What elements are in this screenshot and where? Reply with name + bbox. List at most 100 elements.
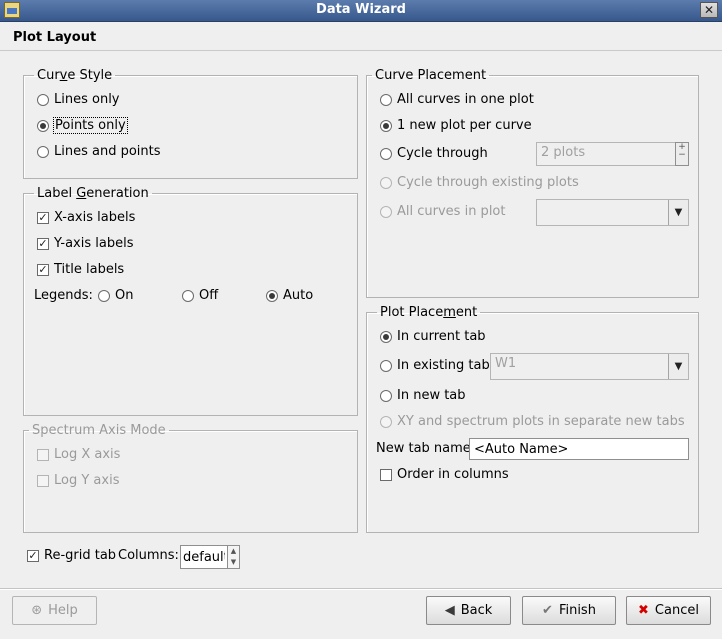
back-label: Back bbox=[460, 603, 493, 618]
cycle-existing-plots-radio[interactable]: Cycle through existing plots bbox=[380, 175, 579, 190]
title-labels-label: Title labels bbox=[54, 262, 125, 277]
radio-indicator bbox=[37, 145, 49, 158]
cycle-through-label: Cycle through bbox=[397, 146, 488, 161]
help-icon: ⊛ bbox=[31, 603, 43, 618]
finish-label: Finish bbox=[558, 603, 596, 618]
columns-label: Columns: bbox=[118, 548, 179, 563]
separate-tabs-radio[interactable]: XY and spectrum plots in separate new ta… bbox=[380, 414, 685, 429]
legends-label: Legends: bbox=[34, 288, 93, 303]
radio-indicator bbox=[380, 389, 392, 402]
check-icon: ✓ bbox=[37, 236, 49, 250]
lines-and-points-radio[interactable]: Lines and points bbox=[37, 144, 161, 159]
legends-off-label: Off bbox=[199, 288, 219, 303]
legends-off-radio[interactable]: Off bbox=[182, 288, 218, 303]
curve-placement-legend: Curve Placement bbox=[375, 68, 487, 83]
in-new-tab-radio[interactable]: In new tab bbox=[380, 388, 466, 403]
points-only-radio[interactable]: Points only bbox=[37, 117, 128, 134]
one-plot-per-curve-radio[interactable]: 1 new plot per curve bbox=[380, 118, 532, 133]
regrid-tab-checkbox[interactable]: ✓ Re-grid tab bbox=[27, 548, 116, 563]
legends-auto-label: Auto bbox=[283, 288, 314, 303]
decrement-icon[interactable]: − bbox=[676, 151, 688, 160]
cycle-plots-stepper[interactable]: + − bbox=[675, 142, 689, 166]
cycle-plots-spinbox[interactable]: 2 plots bbox=[536, 142, 676, 166]
checkbox-indicator bbox=[380, 468, 392, 481]
log-x-axis-label: Log X axis bbox=[54, 447, 121, 462]
check-icon: ✓ bbox=[37, 210, 49, 224]
window-titlebar[interactable]: Data Wizard ✕ bbox=[0, 0, 722, 22]
radio-indicator bbox=[380, 205, 392, 218]
all-curves-in-plot-label: All curves in plot bbox=[397, 204, 506, 219]
in-new-tab-label: In new tab bbox=[397, 388, 466, 403]
y-axis-labels-label: Y-axis labels bbox=[54, 236, 134, 251]
title-labels-checkbox[interactable]: ✓ Title labels bbox=[37, 262, 124, 277]
check-icon: ✓ bbox=[27, 548, 39, 562]
down-arrow-icon[interactable]: ▼ bbox=[228, 557, 239, 568]
legends-auto-radio[interactable]: Auto bbox=[266, 288, 313, 303]
footer-separator bbox=[0, 588, 722, 590]
help-button[interactable]: ⊛ Help bbox=[12, 596, 97, 625]
radio-indicator bbox=[380, 176, 392, 189]
x-axis-labels-checkbox[interactable]: ✓ X-axis labels bbox=[37, 210, 135, 225]
radio-indicator bbox=[380, 415, 392, 428]
all-curves-in-plot-radio[interactable]: All curves in plot bbox=[380, 204, 505, 219]
order-in-columns-checkbox[interactable]: Order in columns bbox=[380, 467, 509, 482]
in-existing-tab-label: In existing tab bbox=[397, 358, 490, 373]
radio-indicator bbox=[380, 359, 392, 372]
all-curves-in-plot-combo[interactable]: ▼ bbox=[536, 199, 689, 226]
radio-indicator bbox=[98, 289, 110, 302]
separate-tabs-label: XY and spectrum plots in separate new ta… bbox=[397, 414, 685, 429]
cancel-x-icon: ✖ bbox=[638, 603, 649, 618]
points-only-label: Points only bbox=[53, 117, 128, 134]
spectrum-axis-mode-legend: Spectrum Axis Mode bbox=[32, 423, 166, 438]
one-plot-per-curve-label: 1 new plot per curve bbox=[397, 118, 532, 133]
radio-indicator bbox=[182, 289, 194, 302]
in-current-tab-label: In current tab bbox=[397, 329, 486, 344]
combo-value: W1 bbox=[495, 356, 517, 371]
back-arrow-icon: ◀ bbox=[444, 603, 455, 618]
log-x-axis-checkbox[interactable]: Log X axis bbox=[37, 447, 120, 462]
cancel-label: Cancel bbox=[654, 603, 699, 618]
radio-indicator-selected bbox=[380, 330, 392, 343]
checkbox-indicator bbox=[37, 448, 49, 461]
cycle-through-radio[interactable]: Cycle through bbox=[380, 146, 488, 161]
checkbox-indicator bbox=[37, 474, 49, 487]
help-label: Help bbox=[48, 603, 78, 618]
curve-style-legend: Curve Style bbox=[37, 68, 113, 83]
lines-only-label: Lines only bbox=[54, 92, 120, 107]
new-tab-name-input[interactable] bbox=[469, 438, 689, 460]
window-title: Data Wizard bbox=[316, 2, 406, 17]
close-icon: ✕ bbox=[703, 3, 715, 17]
y-axis-labels-checkbox[interactable]: ✓ Y-axis labels bbox=[37, 236, 133, 251]
close-window-button[interactable]: ✕ bbox=[700, 2, 718, 18]
order-in-columns-label: Order in columns bbox=[397, 467, 509, 482]
plot-placement-legend: Plot Placement bbox=[380, 305, 478, 320]
header-strip bbox=[0, 22, 722, 51]
all-curves-one-plot-radio[interactable]: All curves in one plot bbox=[380, 92, 534, 107]
columns-input[interactable] bbox=[180, 545, 228, 569]
radio-indicator bbox=[37, 93, 49, 106]
columns-stepper[interactable]: ▲ ▼ bbox=[227, 545, 240, 569]
back-button[interactable]: ◀ Back bbox=[426, 596, 511, 625]
lines-only-radio[interactable]: Lines only bbox=[37, 92, 120, 107]
finish-button[interactable]: ✔ Finish bbox=[522, 596, 616, 625]
lines-and-points-label: Lines and points bbox=[54, 144, 161, 159]
new-tab-name-label: New tab name: bbox=[376, 441, 476, 456]
all-curves-one-plot-label: All curves in one plot bbox=[397, 92, 534, 107]
regrid-tab-label: Re-grid tab bbox=[44, 548, 117, 563]
check-icon: ✓ bbox=[37, 262, 49, 276]
existing-tab-combo[interactable]: W1 ▼ bbox=[490, 353, 689, 380]
in-existing-tab-radio[interactable]: In existing tab bbox=[380, 358, 490, 373]
log-y-axis-checkbox[interactable]: Log Y axis bbox=[37, 473, 119, 488]
cancel-button[interactable]: ✖ Cancel bbox=[626, 596, 711, 625]
in-current-tab-radio[interactable]: In current tab bbox=[380, 329, 486, 344]
radio-indicator bbox=[380, 93, 392, 106]
chevron-down-icon[interactable]: ▼ bbox=[668, 354, 688, 379]
chevron-down-icon[interactable]: ▼ bbox=[668, 200, 688, 225]
radio-indicator-selected bbox=[380, 119, 392, 132]
radio-indicator bbox=[380, 147, 392, 160]
up-arrow-icon[interactable]: ▲ bbox=[228, 546, 239, 557]
radio-indicator-selected bbox=[37, 119, 49, 132]
legends-on-radio[interactable]: On bbox=[98, 288, 133, 303]
legends-on-label: On bbox=[115, 288, 134, 303]
cycle-existing-plots-label: Cycle through existing plots bbox=[397, 175, 579, 190]
